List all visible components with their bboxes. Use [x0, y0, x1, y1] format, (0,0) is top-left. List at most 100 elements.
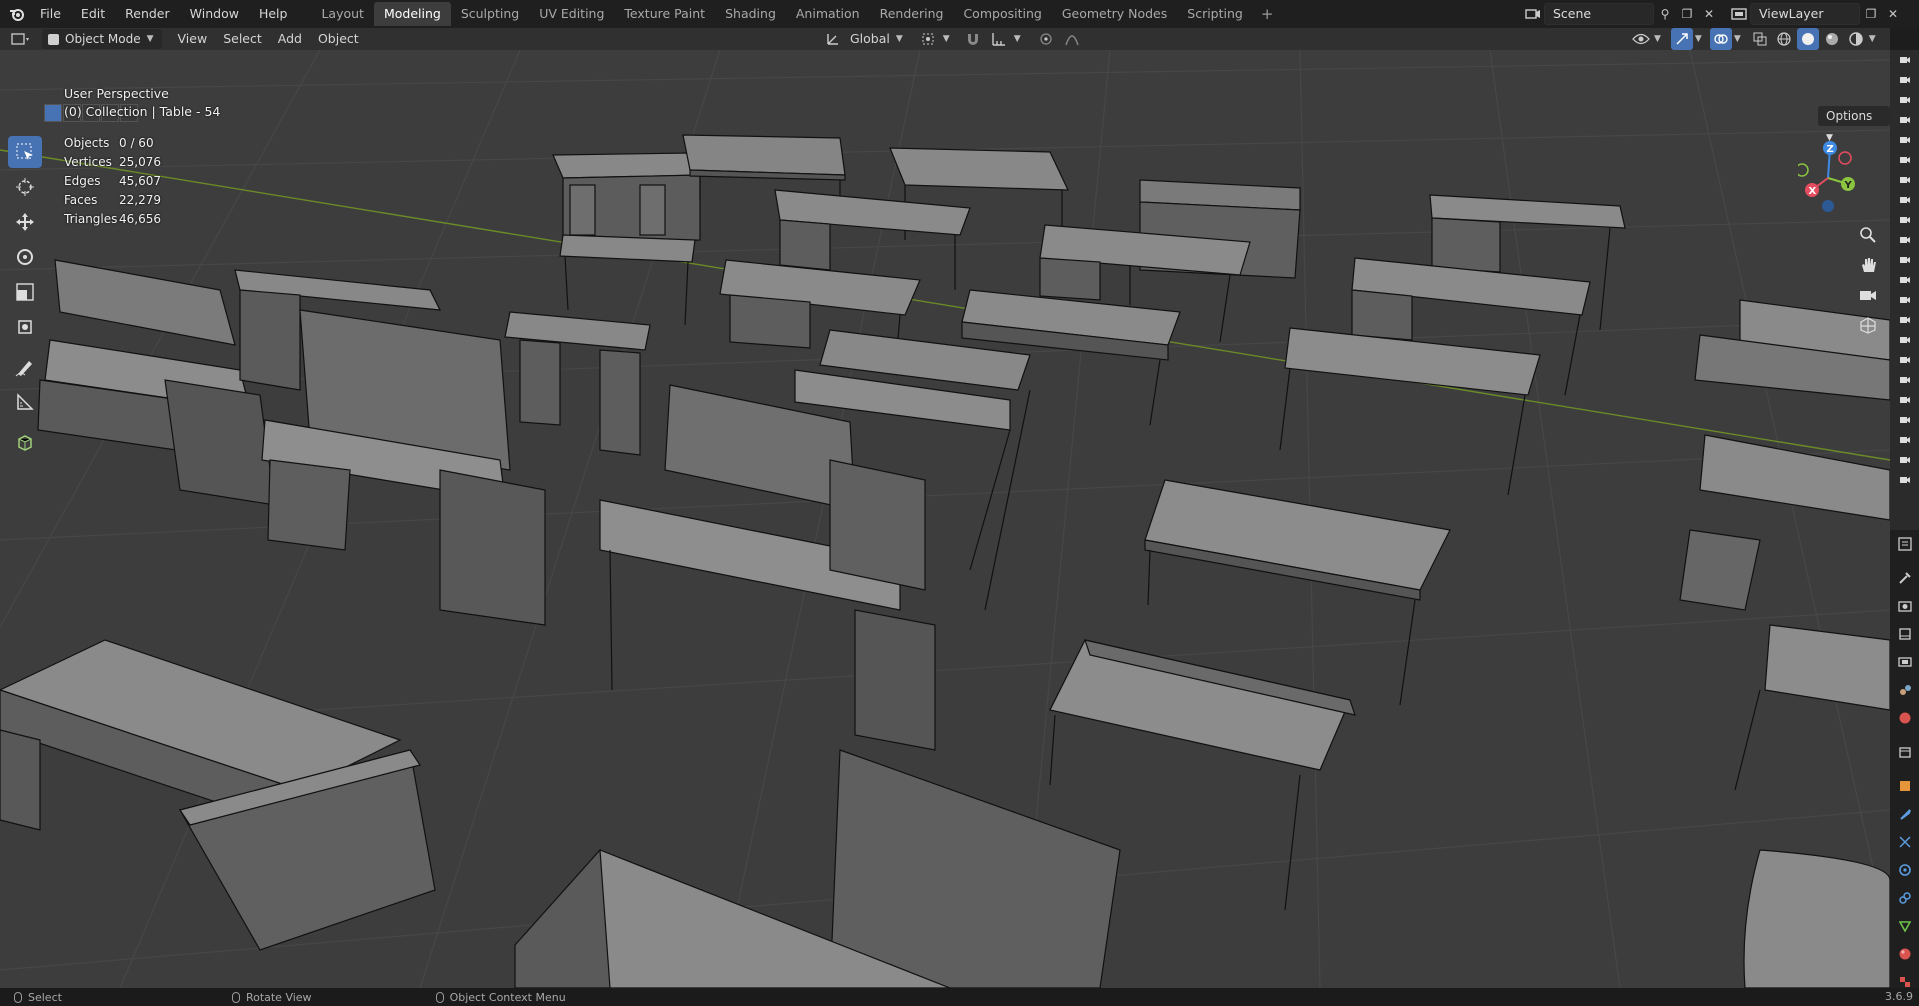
menu-object[interactable]: Object [310, 29, 367, 49]
tab-layout[interactable]: Layout [311, 2, 374, 26]
snap-increment-icon[interactable] [988, 28, 1010, 50]
view-layer-icon[interactable] [1728, 3, 1750, 25]
camera-toggle-icon[interactable] [1890, 410, 1919, 430]
camera-toggle-icon[interactable] [1890, 150, 1919, 170]
scene-properties-icon[interactable] [1890, 676, 1919, 704]
camera-toggle-icon[interactable] [1890, 90, 1919, 110]
camera-toggle-icon[interactable] [1890, 270, 1919, 290]
pivot-point-icon[interactable] [917, 28, 939, 50]
shading-material-icon[interactable] [1821, 28, 1843, 50]
camera-toggle-icon[interactable] [1890, 430, 1919, 450]
menu-file[interactable]: File [30, 0, 71, 28]
camera-toggle-icon[interactable] [1890, 290, 1919, 310]
tab-compositing[interactable]: Compositing [953, 2, 1051, 26]
ortho-grid-icon[interactable] [1856, 312, 1880, 338]
scene-icon[interactable] [1522, 3, 1544, 25]
scale-icon[interactable] [8, 276, 42, 308]
camera-toggle-icon[interactable] [1890, 70, 1919, 90]
orientation-icon[interactable] [822, 28, 844, 50]
close-scene-icon[interactable]: ✕ [1698, 3, 1720, 25]
options-dropdown[interactable]: Options ▼ [1818, 106, 1890, 143]
visibility-eye-icon[interactable] [1630, 28, 1652, 50]
zoom-icon[interactable] [1856, 222, 1880, 248]
navigation-gizmo[interactable]: Z Y X [1795, 140, 1858, 215]
tab-modeling[interactable]: Modeling [373, 2, 451, 26]
camera-toggle-icon[interactable] [1890, 330, 1919, 350]
add-workspace-button[interactable]: + [1253, 5, 1282, 23]
camera-toggle-icon[interactable] [1890, 230, 1919, 250]
menu-view[interactable]: View [170, 29, 216, 49]
measure-icon[interactable] [8, 386, 42, 418]
camera-toggle-icon[interactable] [1890, 310, 1919, 330]
tab-rendering[interactable]: Rendering [870, 2, 954, 26]
menu-edit[interactable]: Edit [71, 0, 115, 28]
camera-toggle-icon[interactable] [1890, 350, 1919, 370]
tab-uv-editing[interactable]: UV Editing [529, 2, 614, 26]
pan-hand-icon[interactable] [1856, 252, 1880, 278]
physics-properties-icon[interactable] [1890, 856, 1919, 884]
tab-scripting[interactable]: Scripting [1177, 2, 1253, 26]
data-properties-icon[interactable] [1890, 912, 1919, 940]
properties-editor-icon[interactable] [1890, 530, 1919, 558]
camera-toggle-icon[interactable] [1890, 130, 1919, 150]
camera-toggle-icon[interactable] [1890, 450, 1919, 470]
camera-toggle-icon[interactable] [1890, 170, 1919, 190]
blender-logo-icon[interactable] [4, 0, 30, 28]
gizmo-toggle-icon[interactable] [1670, 28, 1693, 50]
desk-mesh[interactable] [552, 152, 701, 246]
tab-animation[interactable]: Animation [786, 2, 870, 26]
annotate-icon[interactable] [8, 351, 42, 383]
menu-render[interactable]: Render [115, 0, 180, 28]
menu-help[interactable]: Help [249, 0, 298, 28]
new-view-layer-icon[interactable]: ❐ [1860, 3, 1882, 25]
3d-viewport[interactable]: User Perspective (0) Collection | Table … [0, 50, 1890, 988]
pin-icon[interactable]: ⚲ [1654, 3, 1676, 25]
scene-canvas[interactable] [0, 50, 1890, 988]
tab-texture-paint[interactable]: Texture Paint [614, 2, 715, 26]
menu-window[interactable]: Window [180, 0, 249, 28]
view-layer-field[interactable]: ViewLayer [1750, 3, 1860, 25]
transform-icon[interactable] [8, 311, 42, 343]
camera-toggle-icon[interactable] [1890, 390, 1919, 410]
output-properties-icon[interactable] [1890, 620, 1919, 648]
close-view-layer-icon[interactable]: ✕ [1882, 3, 1904, 25]
proportional-edit-icon[interactable] [1035, 28, 1057, 50]
editor-type-icon[interactable] [6, 28, 36, 50]
shading-solid-icon[interactable] [1796, 28, 1819, 50]
scene-name-field[interactable]: Scene [1544, 3, 1654, 25]
object-properties-icon[interactable] [1890, 772, 1919, 800]
menu-select[interactable]: Select [215, 29, 270, 49]
rotate-icon[interactable] [8, 241, 42, 273]
cursor-icon[interactable] [8, 171, 42, 203]
shading-rendered-icon[interactable] [1845, 28, 1867, 50]
overlays-icon[interactable] [1709, 28, 1732, 50]
shading-wireframe-icon[interactable] [1773, 28, 1795, 50]
view-layer-properties-icon[interactable] [1890, 648, 1919, 676]
collection-properties-icon[interactable] [1890, 738, 1919, 766]
orientation-select[interactable]: Global [848, 29, 892, 49]
camera-toggle-icon[interactable] [1890, 370, 1919, 390]
xray-toggle-icon[interactable] [1749, 28, 1771, 50]
add-cube-icon[interactable] [8, 426, 42, 458]
move-icon[interactable] [8, 206, 42, 238]
tab-shading[interactable]: Shading [715, 2, 786, 26]
snap-magnet-icon[interactable] [962, 28, 984, 50]
modifier-properties-icon[interactable] [1890, 800, 1919, 828]
camera-toggle-icon[interactable] [1890, 110, 1919, 130]
constraints-properties-icon[interactable] [1890, 884, 1919, 912]
world-properties-icon[interactable] [1890, 704, 1919, 732]
tool-settings-icon[interactable] [1890, 564, 1919, 592]
render-properties-icon[interactable] [1890, 592, 1919, 620]
camera-toggle-icon[interactable] [1890, 210, 1919, 230]
camera-toggle-icon[interactable] [1890, 190, 1919, 210]
particles-properties-icon[interactable] [1890, 828, 1919, 856]
falloff-icon[interactable] [1061, 28, 1083, 50]
menu-add[interactable]: Add [270, 29, 310, 49]
camera-toggle-icon[interactable] [1890, 50, 1919, 70]
desk-mesh[interactable] [1743, 849, 1890, 988]
camera-toggle-icon[interactable] [1890, 250, 1919, 270]
tab-sculpting[interactable]: Sculpting [451, 2, 529, 26]
new-scene-icon[interactable]: ❐ [1676, 3, 1698, 25]
tab-geometry-nodes[interactable]: Geometry Nodes [1052, 2, 1177, 26]
select-box-icon[interactable] [8, 136, 42, 168]
